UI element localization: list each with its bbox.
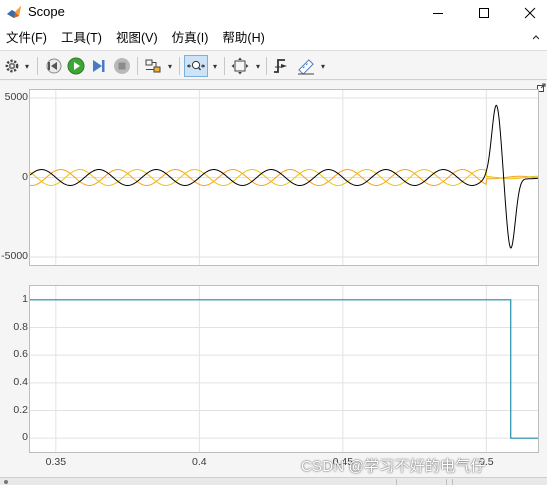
toolbar-separator [224,57,225,75]
menu-file[interactable]: 文件(F) [0,27,54,49]
status-segment [396,479,446,485]
run-button[interactable] [66,55,86,77]
toolbar: ▾ ▾ ▾ ▾ ▾ [0,50,547,80]
triggers-button[interactable] [271,55,291,77]
menu-bar: 文件(F) 工具(T) 视图(V) 仿真(I) 帮助(H) [0,26,547,50]
ytick-label: 0.8 [13,320,28,333]
status-indicator [0,479,12,485]
run-icon [67,57,85,75]
ytick-label: 0.4 [13,375,28,388]
step-signal-line [30,299,538,439]
window-title: Scope [28,4,65,19]
step-forward-icon [93,60,105,72]
zoom-x-button[interactable] [184,55,208,77]
maximize-icon [479,8,489,18]
status-segment [452,479,547,485]
ytick-label: 0.2 [13,403,28,416]
ytick-label: 0 [22,431,28,444]
autoscale-dropdown[interactable]: ▾ [253,55,263,77]
step-back-button[interactable] [43,55,63,77]
ytick-label: 1 [22,292,28,305]
toolbar-separator [137,57,138,75]
close-icon [524,7,536,19]
minimize-icon [433,13,443,14]
configuration-button[interactable] [3,55,21,77]
trigger-icon [274,59,287,73]
scope-window: Scope 文件(F) 工具(T) 视图(V) 仿真(I) 帮助(H) ▾ ▾ … [0,0,547,485]
stop-button[interactable] [112,55,132,77]
menu-view[interactable]: 视图(V) [109,27,165,49]
step-forward-button[interactable] [89,55,109,77]
plot-bottom-svg [30,286,538,452]
cursor-measure-icon [298,59,314,75]
title-bar: Scope [0,0,547,26]
highlight-dropdown[interactable]: ▾ [165,55,175,77]
minimize-button[interactable] [415,0,461,26]
status-bar [0,477,547,485]
highlight-icon [145,59,161,73]
zoom-x-icon [187,60,205,71]
zoom-dropdown[interactable]: ▾ [210,55,220,77]
toolbar-separator [37,57,38,75]
ytick-label: 5000 [4,90,28,103]
measurements-dropdown[interactable]: ▾ [318,55,328,77]
plot-axes-bottom[interactable] [29,285,539,453]
cursor-measurements-button[interactable] [295,55,317,77]
collapse-toolstrip-icon[interactable] [531,32,541,42]
xtick-label: 0.35 [45,456,67,468]
autoscale-icon [231,57,249,75]
step-back-icon [46,58,62,74]
close-button[interactable] [507,0,547,26]
plot-top-svg [29,90,539,265]
matlab-icon [7,6,21,18]
menu-help[interactable]: 帮助(H) [215,27,271,49]
menu-tools[interactable]: 工具(T) [54,27,109,49]
maximize-button[interactable] [461,0,507,26]
plot-axes-top[interactable] [29,89,539,266]
menu-simulation[interactable]: 仿真(I) [165,27,216,49]
toolbar-separator [266,57,267,75]
series-line-0 [29,104,539,249]
highlight-block-button[interactable] [143,55,163,77]
xtick-label: 0.4 [192,456,207,468]
stop-icon [114,58,130,74]
gear-icon [5,59,19,73]
status-ready-icon [4,480,8,484]
ytick-label: -5000 [1,250,28,263]
toolbar-separator [179,57,180,75]
autoscale-button[interactable] [229,55,251,77]
configuration-dropdown[interactable]: ▾ [22,55,32,77]
ytick-label: 0.6 [13,348,28,361]
watermark-text: CSDN @学习不好的电气仔 [301,458,486,475]
ytick-label: 0 [22,170,28,183]
